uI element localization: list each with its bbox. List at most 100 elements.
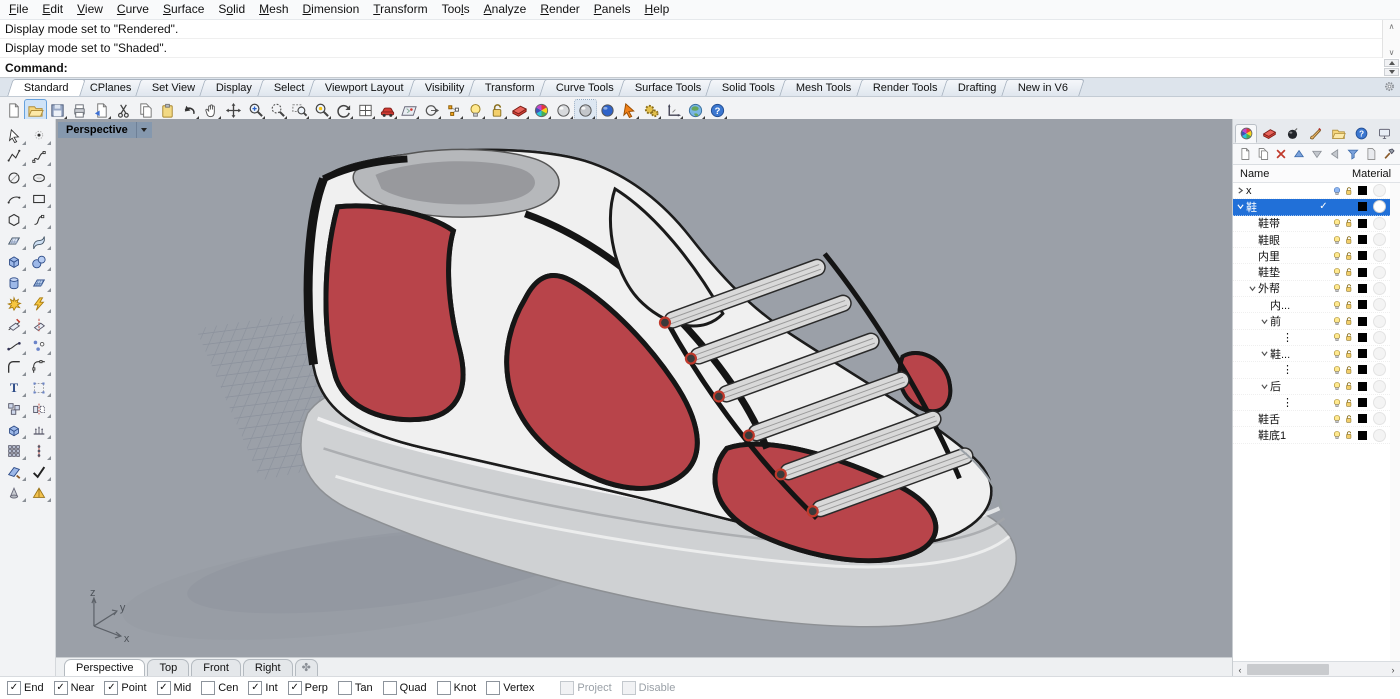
- layer-color-swatch[interactable]: [1355, 251, 1369, 260]
- viewport-tab-front[interactable]: Front: [191, 659, 241, 677]
- zoom-icon[interactable]: [245, 100, 266, 121]
- text-object-icon[interactable]: T: [3, 378, 26, 397]
- layer-color-swatch[interactable]: [1355, 202, 1369, 211]
- layer-material-circle[interactable]: [1369, 184, 1390, 197]
- layer-material-circle[interactable]: [1369, 412, 1390, 425]
- layer-visibility-bulb-icon[interactable]: [1331, 235, 1343, 245]
- zoom-selected-icon[interactable]: [311, 100, 332, 121]
- layer-material-circle[interactable]: [1369, 347, 1390, 360]
- viewport-layout-icon[interactable]: [355, 100, 376, 121]
- hide-objects-icon[interactable]: [465, 100, 486, 121]
- surface-paint-icon[interactable]: [3, 462, 26, 481]
- layer-material-circle[interactable]: [1369, 266, 1390, 279]
- chevron-down-icon[interactable]: [1247, 285, 1258, 292]
- boolean-union-icon[interactable]: [3, 420, 26, 439]
- layer-color-swatch[interactable]: [1355, 398, 1369, 407]
- rectangular-array-icon[interactable]: [3, 441, 26, 460]
- named-view-icon[interactable]: [377, 100, 398, 121]
- layer-visibility-bulb-icon[interactable]: [1331, 381, 1343, 391]
- layer-row-内-[interactable]: 内...: [1233, 297, 1390, 313]
- toolbar-tab-viewport-layout[interactable]: Viewport Layout: [308, 79, 420, 96]
- export-document-icon[interactable]: [91, 100, 112, 121]
- cplane-map-icon[interactable]: [399, 100, 420, 121]
- menu-transform[interactable]: Transform: [366, 1, 434, 18]
- control-points-icon[interactable]: [28, 378, 51, 397]
- explode-icon[interactable]: [3, 294, 26, 313]
- viewport-title[interactable]: Perspective: [58, 122, 152, 138]
- move-view-icon[interactable]: [223, 100, 244, 121]
- ellipse-icon[interactable]: [28, 168, 51, 187]
- chevron-down-icon[interactable]: [1259, 383, 1270, 390]
- zoom-dynamic-icon[interactable]: [267, 100, 288, 121]
- undo-icon[interactable]: [179, 100, 200, 121]
- paintbrush-tab[interactable]: [1304, 124, 1326, 143]
- layer-lock-icon[interactable]: [1343, 283, 1355, 293]
- osnap-point-checkbox[interactable]: [104, 681, 118, 695]
- layer-material-circle[interactable]: [1369, 315, 1390, 328]
- layer-color-swatch[interactable]: [1355, 333, 1369, 342]
- layer-color-swatch[interactable]: [1355, 219, 1369, 228]
- cylinder-icon[interactable]: [3, 273, 26, 292]
- osnap-knot-checkbox[interactable]: [437, 681, 451, 695]
- box-icon[interactable]: [3, 252, 26, 271]
- move-layer-left-button[interactable]: [1328, 147, 1342, 161]
- move-layer-down-button[interactable]: [1310, 147, 1324, 161]
- layer-visibility-bulb-icon[interactable]: [1331, 398, 1343, 408]
- layer-lock-icon[interactable]: [1343, 235, 1355, 245]
- layer-color-swatch[interactable]: [1355, 317, 1369, 326]
- delete-layer-button[interactable]: [1274, 147, 1288, 161]
- layer-color-swatch[interactable]: [1355, 349, 1369, 358]
- layer-color-swatch[interactable]: [1355, 414, 1369, 423]
- group-icon[interactable]: [3, 399, 26, 418]
- spinner-up-icon[interactable]: [1384, 59, 1399, 67]
- select-arrow-icon[interactable]: [3, 126, 26, 145]
- blend-curve-icon[interactable]: [3, 336, 26, 355]
- menu-tools[interactable]: Tools: [435, 1, 477, 18]
- layer-color-swatch[interactable]: [1355, 431, 1369, 440]
- scroll-right-icon[interactable]: ›: [1386, 665, 1400, 675]
- menu-mesh[interactable]: Mesh: [252, 1, 295, 18]
- sphere-icon[interactable]: [28, 252, 51, 271]
- new-document-icon[interactable]: [3, 100, 24, 121]
- viewport-tab-right[interactable]: Right: [243, 659, 293, 677]
- layer-visibility-bulb-icon[interactable]: [1331, 414, 1343, 424]
- layer-row--[interactable]: ⋮: [1233, 330, 1390, 346]
- layer-lock-icon[interactable]: [1343, 398, 1355, 408]
- layer-lock-icon[interactable]: [1343, 349, 1355, 359]
- osnap-int-checkbox[interactable]: [248, 681, 262, 695]
- command-history-scrollbar[interactable]: ∧ ∨: [1382, 20, 1400, 59]
- layer-material-circle[interactable]: [1369, 217, 1390, 230]
- extrude-surface-icon[interactable]: [28, 420, 51, 439]
- layer-material-circle[interactable]: [1369, 396, 1390, 409]
- layer-visibility-bulb-icon[interactable]: [1331, 332, 1343, 342]
- layer-visibility-bulb-icon[interactable]: [1331, 365, 1343, 375]
- layer-material-circle[interactable]: [1369, 331, 1390, 344]
- select-flag-icon[interactable]: [619, 100, 640, 121]
- print-icon[interactable]: [69, 100, 90, 121]
- polygon-icon[interactable]: [3, 210, 26, 229]
- cone-icon[interactable]: [3, 483, 26, 502]
- layer-row-前[interactable]: 前: [1233, 313, 1390, 329]
- layer-color-swatch[interactable]: [1355, 268, 1369, 277]
- rendered-display-icon[interactable]: [597, 100, 618, 121]
- scrollbar-thumb[interactable]: [1247, 664, 1329, 675]
- toolbar-tab-new-in-v6[interactable]: New in V6: [1001, 79, 1085, 96]
- rectangle-icon[interactable]: [28, 189, 51, 208]
- open-file-icon[interactable]: [25, 100, 46, 121]
- layer-lock-icon[interactable]: [1343, 218, 1355, 228]
- layer-lock-icon[interactable]: [1343, 414, 1355, 424]
- command-history[interactable]: Display mode set to "Rendered". Display …: [0, 20, 1400, 58]
- scroll-left-icon[interactable]: ‹: [1233, 665, 1247, 675]
- viewport-title-label[interactable]: Perspective: [58, 122, 136, 138]
- pyramid-icon[interactable]: [28, 483, 51, 502]
- menu-panels[interactable]: Panels: [587, 1, 638, 18]
- layer-color-swatch[interactable]: [1355, 186, 1369, 195]
- toolbar-options-gear-icon[interactable]: [1383, 80, 1396, 96]
- toolbar-tab-curve-tools[interactable]: Curve Tools: [539, 79, 630, 96]
- menu-edit[interactable]: Edit: [35, 1, 70, 18]
- layer-color-swatch[interactable]: [1355, 284, 1369, 293]
- layer-row-鞋底1[interactable]: 鞋底1: [1233, 427, 1390, 443]
- layer-lock-icon[interactable]: [1343, 267, 1355, 277]
- layer-material-circle[interactable]: [1369, 363, 1390, 376]
- layer-row-鞋[interactable]: 鞋✓: [1233, 199, 1390, 215]
